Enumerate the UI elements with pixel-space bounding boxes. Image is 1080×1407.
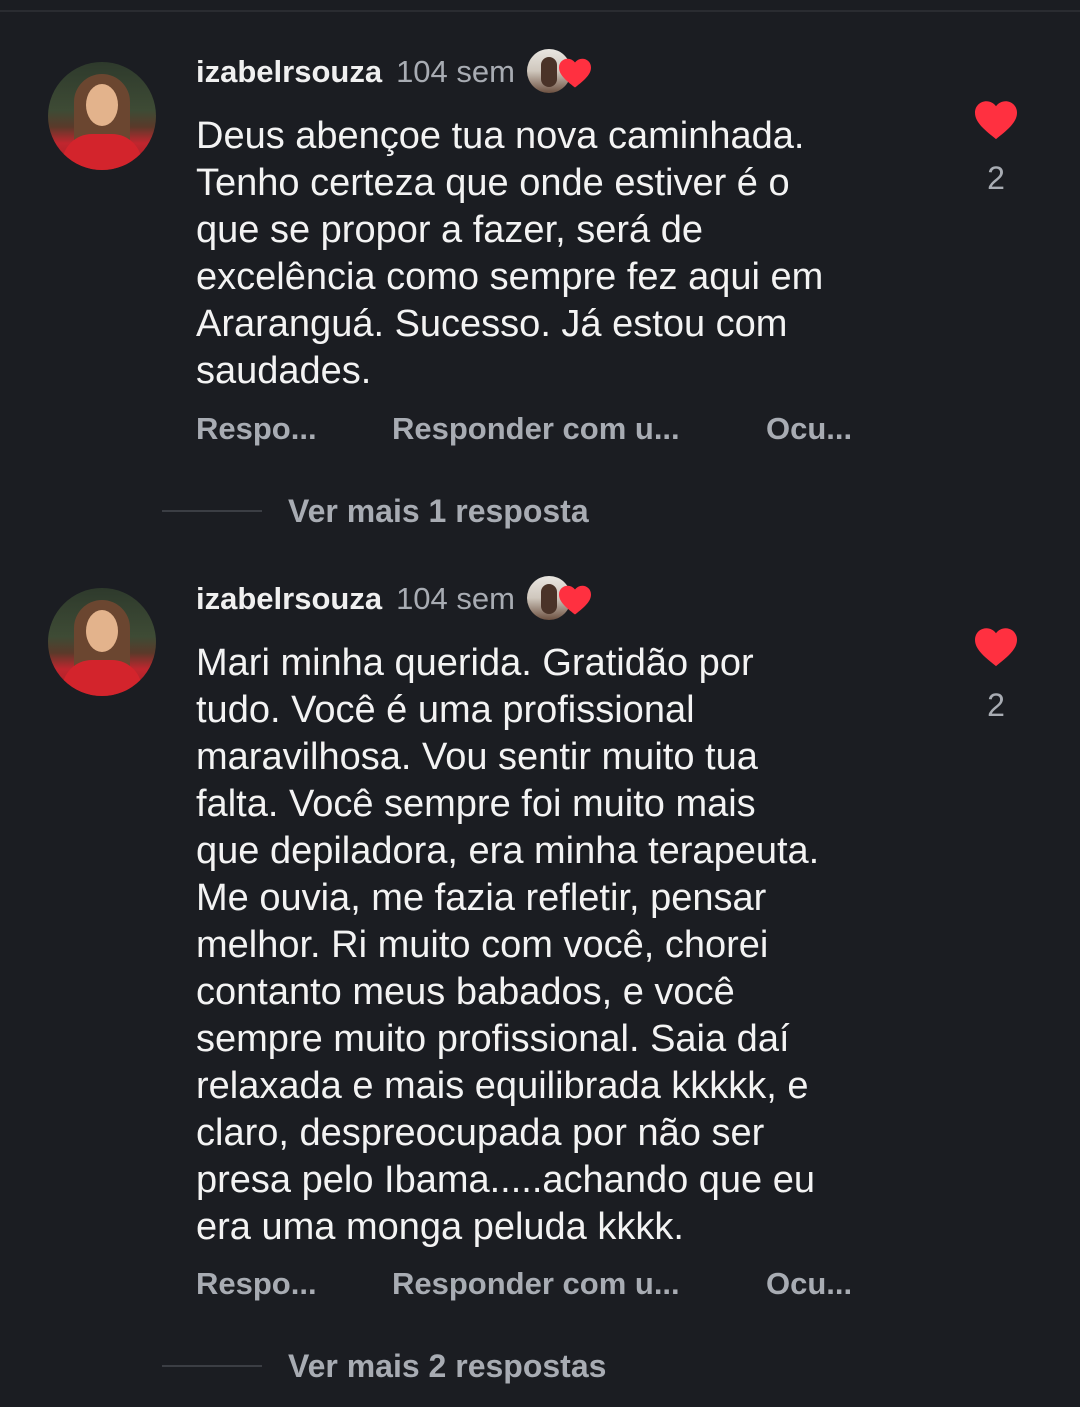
username[interactable]: izabelrsouza <box>196 54 382 90</box>
heart-icon <box>558 58 591 88</box>
avatar-dress <box>62 660 142 696</box>
reply-with-button[interactable]: Responder com u... <box>392 411 680 447</box>
avatar-dress <box>62 134 142 170</box>
avatar-face <box>86 610 118 652</box>
author-liked-badge <box>526 576 593 622</box>
hide-button[interactable]: Ocu... <box>766 411 852 447</box>
hide-button[interactable]: Ocu... <box>766 1266 852 1302</box>
reply-button[interactable]: Respo... <box>196 411 317 447</box>
replies-divider <box>162 1365 262 1367</box>
timestamp: 104 sem <box>396 581 515 616</box>
view-replies[interactable]: Ver mais 2 respostas <box>162 1346 606 1386</box>
avatar[interactable] <box>48 62 156 170</box>
view-replies-label[interactable]: Ver mais 2 respostas <box>288 1348 606 1385</box>
username[interactable]: izabelrsouza <box>196 581 382 617</box>
view-replies[interactable]: Ver mais 1 resposta <box>162 491 589 531</box>
reply-with-button[interactable]: Responder com u... <box>392 1266 680 1302</box>
avatar-face <box>86 84 118 126</box>
like-count: 2 <box>987 160 1005 196</box>
author-liked-badge <box>526 49 593 95</box>
like-heart-icon[interactable] <box>972 99 1020 141</box>
comment-header: izabelrsouza 104 sem <box>196 576 593 622</box>
timestamp: 104 sem <box>396 54 515 89</box>
avatar[interactable] <box>48 588 156 696</box>
view-replies-label[interactable]: Ver mais 1 resposta <box>288 493 589 530</box>
replies-divider <box>162 510 262 512</box>
comment-text: Deus abençoe tua nova caminhada. Tenho c… <box>196 115 824 392</box>
like-heart-icon[interactable] <box>972 626 1020 668</box>
reply-button[interactable]: Respo... <box>196 1266 317 1302</box>
heart-icon <box>558 585 591 615</box>
like-count: 2 <box>987 687 1005 723</box>
top-divider <box>0 10 1080 12</box>
comment-header: izabelrsouza 104 sem <box>196 49 593 95</box>
comment-text: Mari minha querida. Gratidão por tudo. V… <box>196 642 820 1248</box>
